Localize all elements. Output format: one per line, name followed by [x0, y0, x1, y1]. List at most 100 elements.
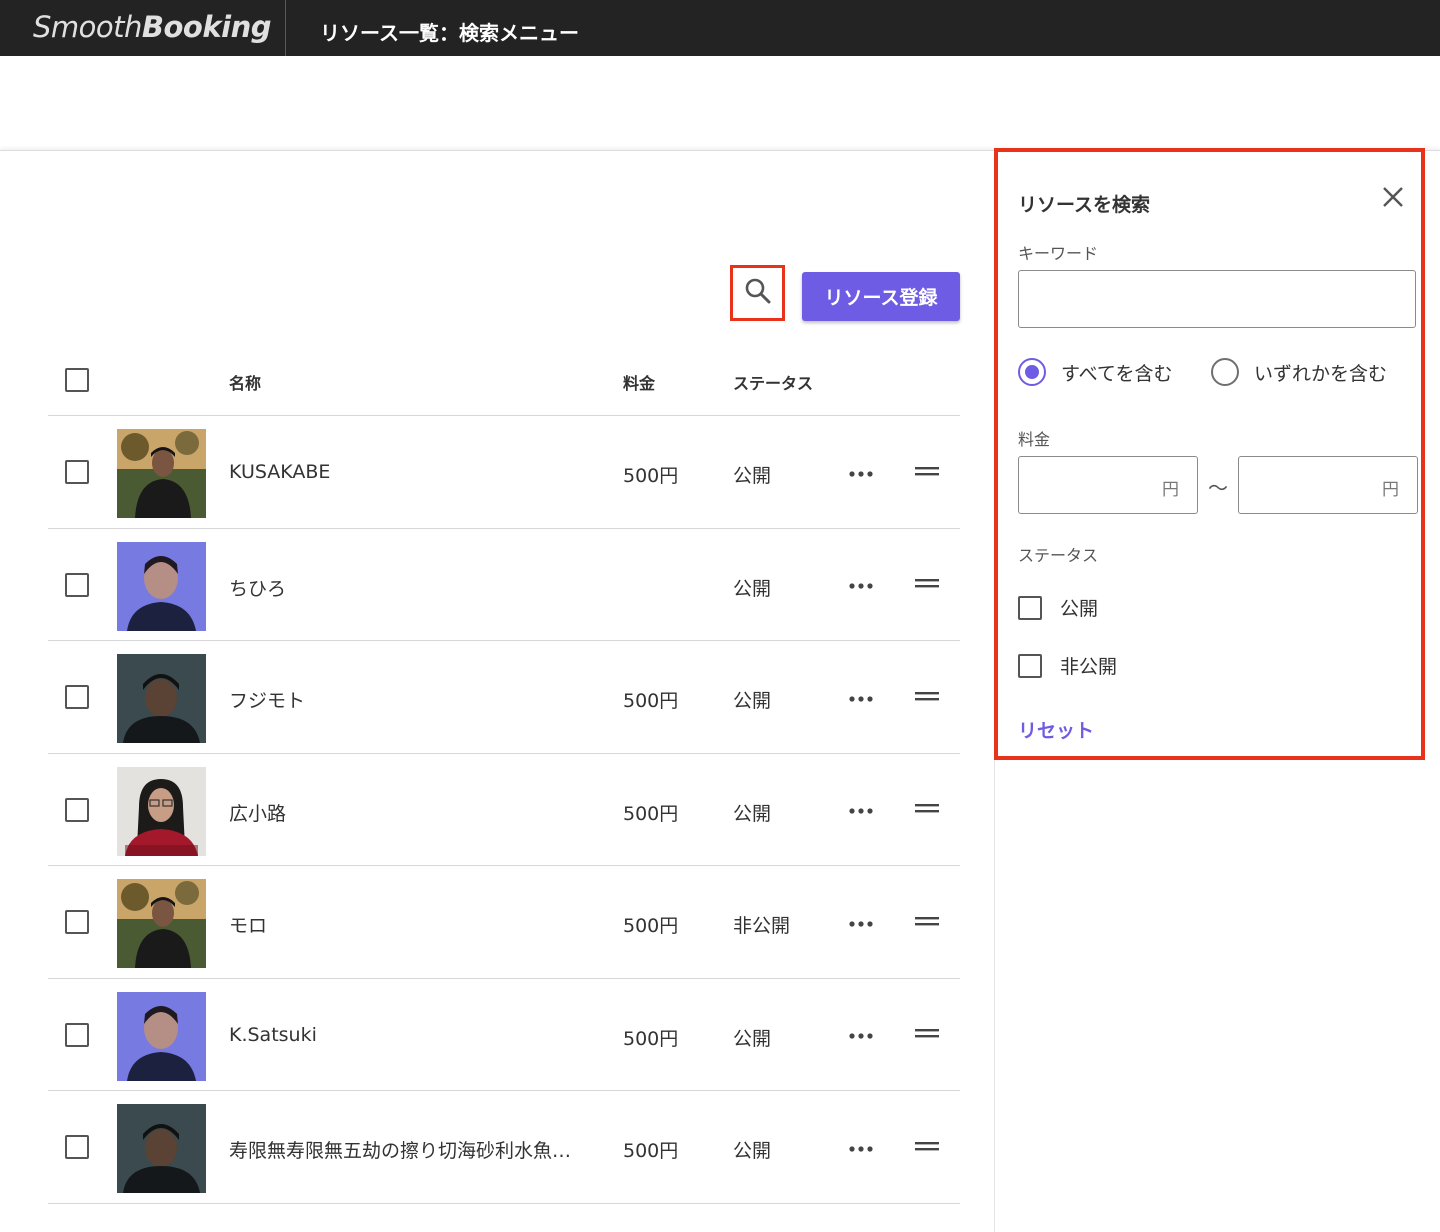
avatar — [117, 541, 206, 631]
more-icon — [849, 912, 873, 931]
more-options-button[interactable] — [848, 571, 874, 597]
close-icon — [1382, 186, 1404, 212]
drag-handle-icon — [915, 799, 939, 818]
resource-status: 非公開 — [733, 915, 791, 937]
resource-fee: 500円 — [623, 1140, 679, 1162]
row-checkbox[interactable] — [65, 685, 89, 709]
fee-min-input[interactable]: 円 — [1018, 456, 1198, 514]
resource-status: 公開 — [733, 1140, 772, 1162]
resource-fee: 500円 — [623, 1027, 679, 1050]
keyword-input[interactable] — [1018, 270, 1416, 328]
drag-handle-icon — [915, 912, 939, 931]
checkbox-box — [1018, 653, 1042, 678]
search-panel-title: リソースを検索 — [1018, 194, 1151, 216]
drag-handle[interactable] — [914, 458, 940, 484]
resource-fee: 500円 — [623, 690, 679, 712]
more-options-button[interactable] — [848, 1021, 874, 1047]
column-header-status[interactable]: ステータス — [733, 370, 813, 394]
app-logo[interactable]: SmoothBooking — [33, 10, 272, 44]
fee-min-unit: 円 — [1162, 480, 1179, 500]
radio-label-match-any: いずれかを含む — [1254, 362, 1388, 385]
more-options-button[interactable] — [848, 458, 874, 484]
column-header-name[interactable]: 名称 — [229, 370, 261, 394]
drag-handle[interactable] — [914, 796, 940, 822]
avatar — [117, 879, 206, 968]
resource-status: 公開 — [733, 802, 772, 825]
radio-match-all[interactable]: すべてを含む — [1018, 358, 1173, 386]
table-row[interactable]: KUSAKABE 500円 公開 — [48, 416, 960, 529]
status-public-label: 公開 — [1060, 598, 1099, 620]
more-icon — [849, 799, 873, 818]
status-private-checkbox[interactable]: 非公開 — [1018, 652, 1117, 679]
more-icon — [849, 1024, 873, 1043]
avatar — [117, 654, 206, 743]
drag-handle-icon — [915, 1024, 939, 1043]
resource-status: 公開 — [733, 690, 772, 712]
status-label: ステータス — [1018, 546, 1099, 565]
page-title: リソース一覧：検索メニュー — [320, 21, 579, 45]
more-icon — [849, 574, 873, 593]
drag-handle[interactable] — [914, 1021, 940, 1047]
radio-match-any[interactable]: いずれかを含む — [1211, 358, 1387, 386]
resource-name[interactable]: 寿限無寿限無五劫の擦り切海砂利水魚… — [229, 1136, 571, 1163]
table-row[interactable]: フジモト 500円 公開 — [48, 641, 960, 754]
resource-status: 公開 — [733, 577, 772, 600]
fee-max-input[interactable]: 円 — [1238, 456, 1418, 514]
resource-fee: 500円 — [623, 915, 679, 937]
resource-name[interactable]: K.Satsuki — [229, 1024, 317, 1046]
row-checkbox[interactable] — [65, 1135, 89, 1159]
table-header: 名称 料金 ステータス — [48, 348, 960, 416]
resource-name[interactable]: モロ — [229, 911, 267, 938]
more-options-button[interactable] — [848, 796, 874, 822]
resource-name[interactable]: KUSAKABE — [229, 461, 330, 483]
drag-handle[interactable] — [914, 1133, 940, 1159]
resource-fee: 500円 — [623, 802, 679, 825]
row-checkbox[interactable] — [65, 572, 89, 597]
more-options-button[interactable] — [848, 1133, 874, 1159]
row-checkbox[interactable] — [65, 1022, 89, 1047]
table-row[interactable]: K.Satsuki 500円 公開 — [48, 979, 960, 1091]
table-row[interactable]: 広小路 500円 公開 — [48, 754, 960, 866]
logo-light-text: Smooth — [33, 10, 142, 44]
table-row[interactable]: モロ 500円 非公開 — [48, 866, 960, 979]
resource-name[interactable]: ちひろ — [229, 574, 286, 601]
resource-name[interactable]: 広小路 — [229, 799, 286, 826]
logo-bold-text: Booking — [141, 10, 272, 44]
radio-circle — [1211, 358, 1239, 386]
reset-link[interactable]: リセット — [1018, 716, 1094, 743]
avatar — [117, 1104, 206, 1193]
radio-label-match-all: すべてを含む — [1061, 362, 1173, 385]
drag-handle-icon — [915, 462, 939, 481]
add-resource-button[interactable]: リソース登録 — [802, 272, 960, 321]
fee-max-unit: 円 — [1382, 480, 1399, 500]
column-header-fee[interactable]: 料金 — [623, 370, 655, 394]
resource-status: 公開 — [733, 1027, 772, 1050]
drag-handle[interactable] — [914, 571, 940, 597]
resource-table: 名称 料金 ステータス KUSAKABE 500円 公開 ちひろ 公開 フジモト 500円公… — [48, 348, 960, 1204]
more-options-button[interactable] — [848, 908, 874, 934]
table-row[interactable]: 寿限無寿限無五劫の擦り切海砂利水魚… 500円 公開 — [48, 1091, 960, 1204]
table-row[interactable]: ちひろ 公開 — [48, 529, 960, 641]
status-private-label: 非公開 — [1060, 656, 1118, 678]
more-options-button[interactable] — [848, 683, 874, 709]
search-panel: リソースを検索 キーワード すべてを含む いずれかを含む 料金 円 〜 円 ステ… — [994, 148, 1425, 760]
checkbox-box — [1018, 595, 1042, 620]
resource-status: 公開 — [733, 465, 772, 487]
drag-handle-icon — [915, 1137, 939, 1156]
row-checkbox[interactable] — [65, 460, 89, 484]
drag-handle[interactable] — [914, 683, 940, 709]
avatar — [117, 429, 206, 518]
status-public-checkbox[interactable]: 公開 — [1018, 594, 1098, 621]
resource-name[interactable]: フジモト — [229, 686, 305, 713]
row-checkbox[interactable] — [65, 797, 89, 822]
search-button[interactable] — [730, 265, 785, 321]
row-checkbox[interactable] — [65, 910, 89, 934]
search-icon — [744, 277, 772, 309]
top-bar: SmoothBooking リソース一覧：検索メニュー — [0, 0, 1440, 56]
drag-handle[interactable] — [914, 908, 940, 934]
select-all-checkbox[interactable] — [65, 368, 89, 392]
resource-fee: 500円 — [623, 465, 679, 487]
more-icon — [849, 1137, 873, 1156]
close-button[interactable] — [1378, 184, 1408, 214]
fee-range-separator: 〜 — [1208, 476, 1228, 500]
